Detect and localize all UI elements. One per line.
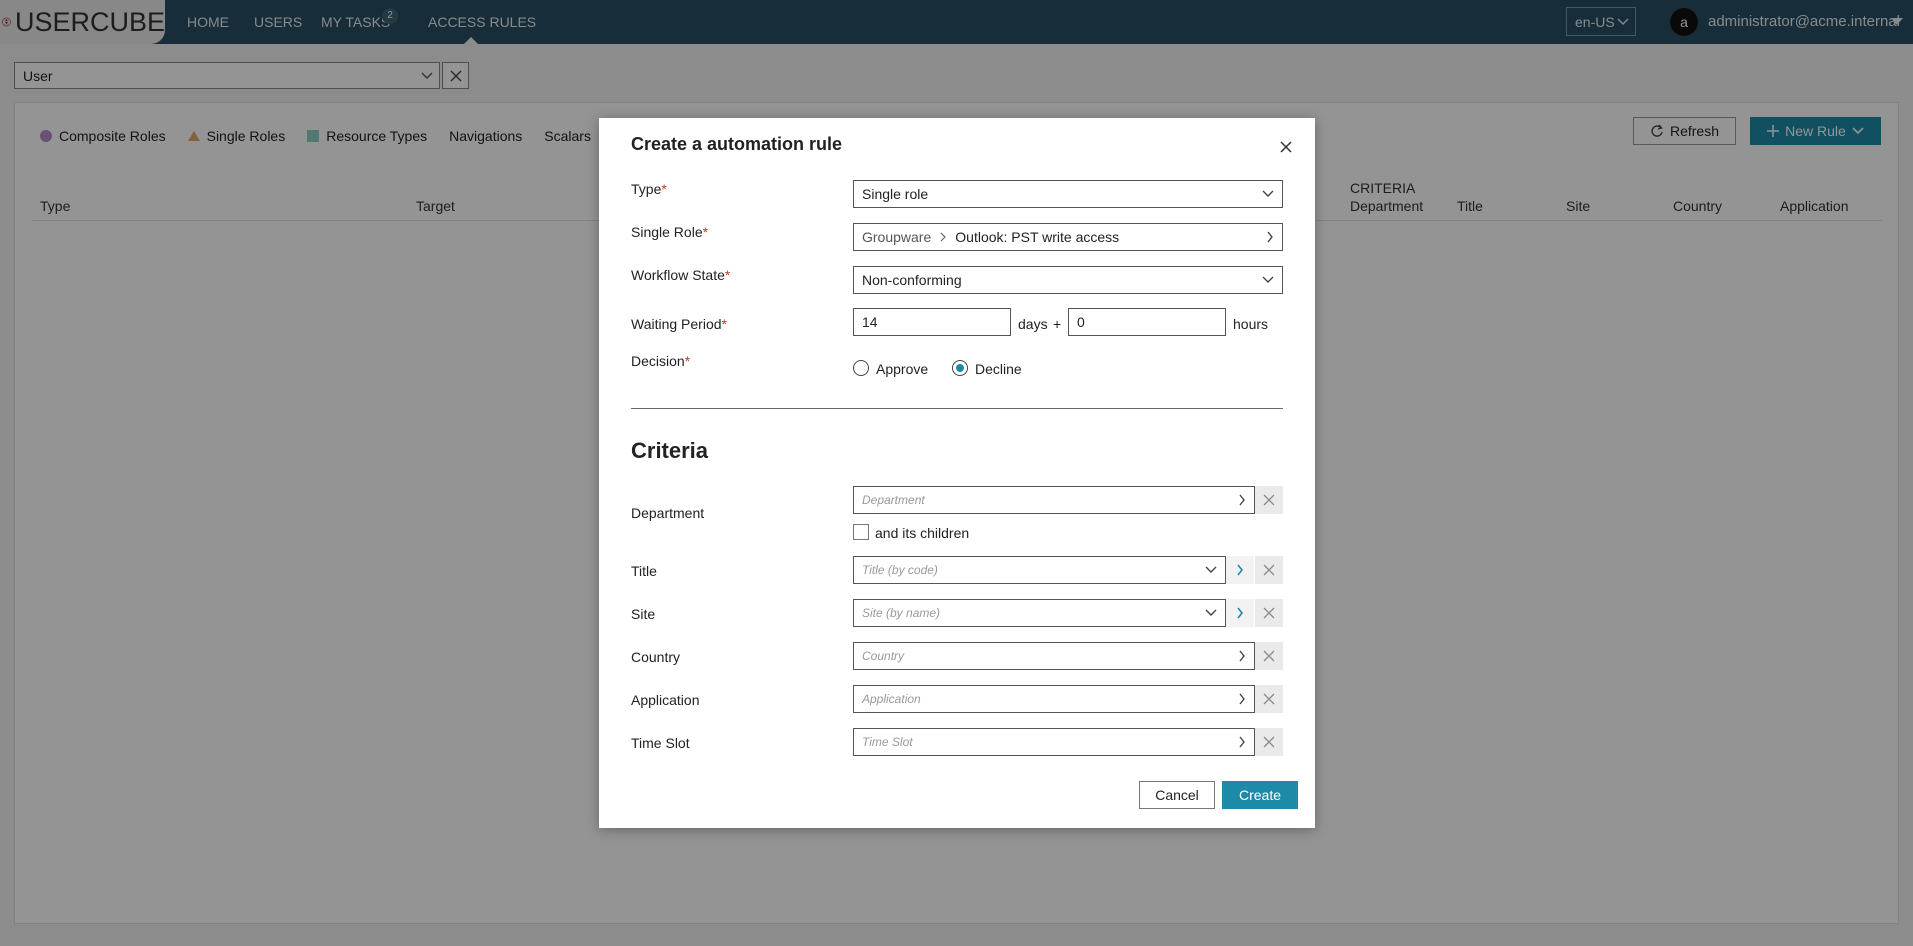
children-label[interactable]: and its children [875,525,969,541]
chevron-right-icon [1267,231,1273,243]
workflow-state-label-text: Workflow State [631,267,725,283]
hours-text: hours [1233,316,1269,332]
section-divider [631,408,1283,409]
chevron-down-icon [1262,190,1274,197]
site-placeholder: Site (by name) [862,606,941,620]
timeslot-label: Time Slot [631,735,690,751]
timeslot-clear-button[interactable] [1255,728,1283,756]
country-label: Country [631,649,681,665]
site-label: Site [631,606,656,622]
waiting-period-label: Waiting Period* [631,316,727,332]
type-value: Single role [862,186,929,202]
close-icon[interactable] [1277,138,1295,156]
close-icon [1263,494,1275,506]
dialog-title: Create a automation rule [631,134,843,154]
approve-radio[interactable] [853,360,869,376]
site-select[interactable]: Site (by name) [853,599,1226,627]
application-clear-button[interactable] [1255,685,1283,713]
type-label: Type* [631,181,667,197]
type-label-text: Type [631,181,662,197]
department-placeholder: Department [862,493,925,507]
title-label: Title [631,563,657,579]
chevron-right-icon [1239,693,1245,705]
title-clear-button[interactable] [1255,556,1283,584]
decision-label-text: Decision [631,353,685,369]
type-select[interactable]: Single role [853,180,1283,208]
single-role-picker[interactable]: Groupware Outlook: PST write access [853,223,1283,251]
waiting-period-label-text: Waiting Period [631,316,722,332]
required-mark: * [724,267,731,283]
single-role-category: Groupware [862,229,932,245]
chevron-right-icon [1237,564,1244,576]
chevron-down-icon [1262,276,1274,283]
site-clear-button[interactable] [1255,599,1283,627]
chevron-right-icon [940,232,947,242]
country-clear-button[interactable] [1255,642,1283,670]
department-picker[interactable]: Department [853,486,1255,514]
country-picker[interactable]: Country [853,642,1255,670]
approve-label[interactable]: Approve [876,361,928,377]
timeslot-picker[interactable]: Time Slot [853,728,1255,756]
close-icon [1263,693,1275,705]
title-placeholder: Title (by code) [862,563,938,577]
cancel-button[interactable]: Cancel [1139,781,1215,809]
site-browse-button[interactable] [1226,599,1254,627]
application-label: Application [631,692,700,708]
waiting-days-input[interactable]: 14 [853,308,1011,336]
single-role-label-text: Single Role [631,224,703,240]
close-icon [1263,736,1275,748]
chevron-down-icon [1205,566,1217,573]
workflow-state-label: Workflow State* [631,267,730,283]
chevron-right-icon [1237,607,1244,619]
timeslot-placeholder: Time Slot [862,735,913,749]
decision-label: Decision* [631,353,690,369]
single-role-label: Single Role* [631,224,708,240]
chevron-right-icon [1239,650,1245,662]
workflow-state-select[interactable]: Non-conforming [853,266,1283,294]
required-mark: * [684,353,691,369]
close-icon [1263,650,1275,662]
application-picker[interactable]: Application [853,685,1255,713]
close-icon [1263,564,1275,576]
plus-text: + [1053,316,1062,332]
criteria-heading: Criteria [631,438,709,463]
create-automation-rule-dialog: Create a automation rule Type* Single ro… [599,118,1315,828]
required-mark: * [702,224,709,240]
decline-label[interactable]: Decline [975,361,1022,377]
days-text: days [1018,316,1048,332]
create-button[interactable]: Create [1222,781,1298,809]
title-select[interactable]: Title (by code) [853,556,1226,584]
department-label: Department [631,505,705,521]
chevron-right-icon [1239,736,1245,748]
children-checkbox[interactable] [853,524,869,540]
country-placeholder: Country [862,649,905,663]
close-icon [1263,607,1275,619]
application-placeholder: Application [862,692,921,706]
workflow-state-value: Non-conforming [862,272,962,288]
title-browse-button[interactable] [1226,556,1254,584]
chevron-right-icon [1239,494,1245,506]
single-role-value: Outlook: PST write access [955,229,1120,245]
required-mark: * [661,181,667,197]
department-clear-button[interactable] [1255,486,1283,514]
required-mark: * [721,316,727,332]
decline-radio[interactable] [952,360,968,376]
waiting-hours-input[interactable]: 0 [1068,308,1226,336]
chevron-down-icon [1205,609,1217,616]
